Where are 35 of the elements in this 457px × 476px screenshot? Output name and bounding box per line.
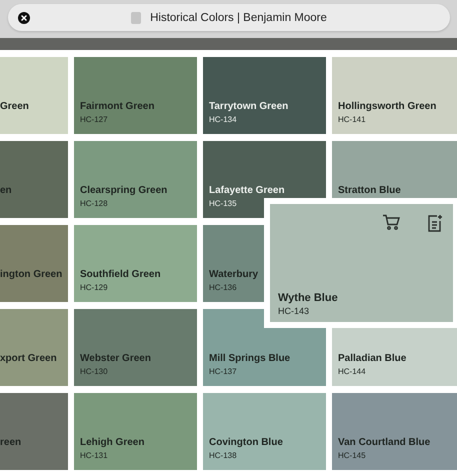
- page-title: Historical Colors | Benjamin Moore: [150, 12, 327, 24]
- color-name: Hollingsworth Green: [338, 101, 438, 113]
- color-name: Van Courtland Blue: [338, 437, 432, 449]
- color-name: Covington Blue: [209, 437, 284, 449]
- color-name: Fairmont Green: [80, 101, 156, 113]
- color-code: HC-141: [338, 115, 367, 125]
- color-name: Clearspring Green: [80, 185, 168, 197]
- color-name: Lehigh Green: [80, 437, 146, 449]
- color-code: HC-145: [338, 451, 367, 461]
- color-code: HC-134: [209, 115, 238, 125]
- color-code: HC-129: [80, 283, 109, 293]
- color-name: ington Green: [0, 269, 62, 281]
- color-name: reen: [0, 437, 22, 449]
- color-name: Green: [0, 101, 30, 113]
- color-code: HC-143: [278, 306, 310, 316]
- color-name: Wythe Blue: [278, 292, 339, 304]
- color-name: Tarrytown Green: [209, 101, 290, 113]
- color-code: HC-138: [209, 451, 238, 461]
- color-name: Webster Green: [80, 353, 152, 365]
- color-code: HC-130: [80, 367, 109, 377]
- color-name: Stratton Blue: [338, 185, 402, 197]
- color-name: Mill Springs Blue: [209, 353, 292, 365]
- color-code: HC-135: [209, 199, 238, 209]
- color-code: HC-136: [209, 283, 238, 293]
- color-code: HC-137: [209, 367, 238, 377]
- color-code: HC-131: [80, 451, 109, 461]
- color-name: Southfield Green: [80, 269, 162, 281]
- color-name: Lafayette Green: [209, 185, 286, 197]
- color-code: HC-127: [80, 115, 109, 125]
- color-code: HC-128: [80, 199, 109, 209]
- color-name: Palladian Blue: [338, 353, 408, 365]
- color-code: HC-144: [338, 367, 367, 377]
- color-name: en: [0, 185, 13, 197]
- color-name: Waterbury: [209, 269, 260, 281]
- color-name: xport Green: [0, 353, 58, 365]
